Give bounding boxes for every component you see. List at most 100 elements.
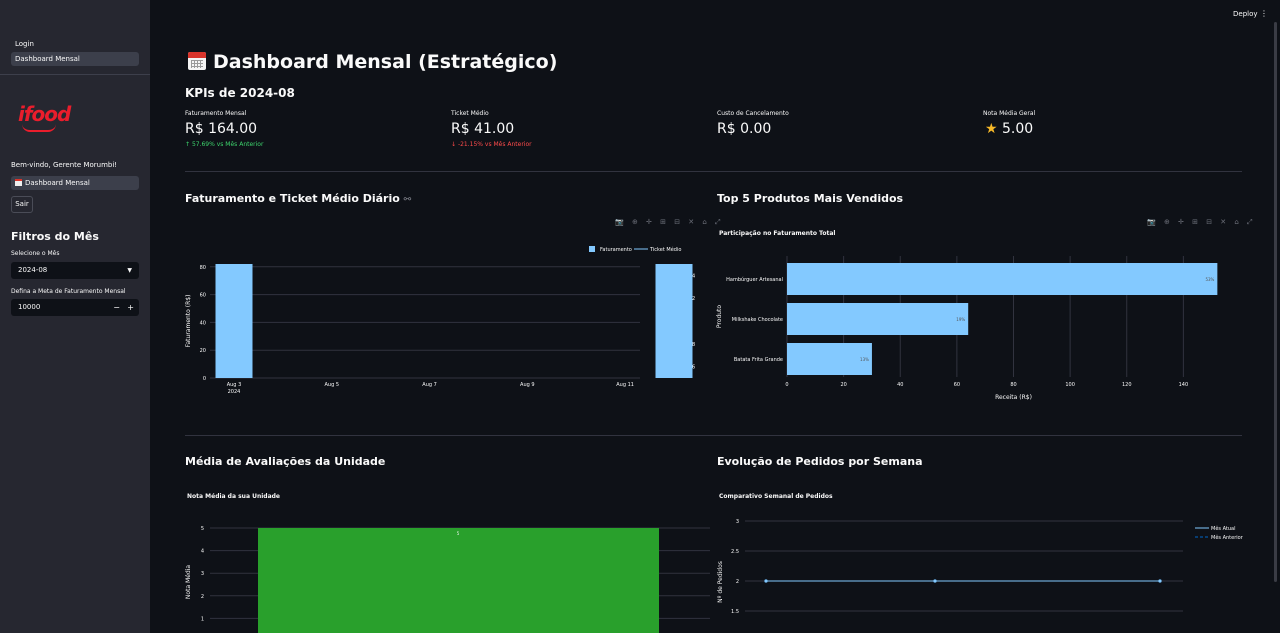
x-tick-label: Aug 11 bbox=[616, 382, 634, 388]
ratings-chart[interactable]: 5 4 3 2 1 5 Nota Média bbox=[180, 510, 710, 633]
ratings-chart-title: Média de Avaliações da Unidade bbox=[185, 455, 386, 468]
filters-heading: Filtros do Mês bbox=[11, 230, 99, 243]
link-icon[interactable]: ⚯ bbox=[404, 195, 412, 205]
bar-value-label: 53% bbox=[1205, 277, 1214, 282]
y-tick-label: 2.5 bbox=[731, 549, 739, 555]
weekly-orders-chart[interactable]: 3 2.5 2 1.5 Nº de Pedidos Mês Atual Mês Anteri… bbox=[705, 510, 1245, 633]
product-label: Milkshake Chocolate bbox=[732, 317, 783, 323]
x-tick-label: 40 bbox=[897, 382, 903, 388]
star-icon: ★ bbox=[985, 121, 998, 137]
y-tick-label: 40 bbox=[200, 320, 206, 326]
top-products-chart[interactable]: 0 20 40 60 80 100 120 140 Hambúrguer Artesanal 53… bbox=[700, 250, 1240, 405]
y-axis-label: Nº de Pedidos bbox=[717, 561, 724, 603]
product-label: Hambúrguer Artesanal bbox=[726, 276, 783, 283]
rating-bar bbox=[258, 528, 659, 633]
legend-label-current: Mês Atual bbox=[1211, 525, 1236, 532]
calendar-icon bbox=[188, 52, 206, 70]
nav-link-login[interactable]: Login bbox=[11, 37, 139, 51]
calendar-icon bbox=[15, 179, 22, 186]
page-link-label: Dashboard Mensal bbox=[25, 179, 90, 187]
logout-button[interactable]: Sair bbox=[11, 196, 33, 213]
x-tick-label: 100 bbox=[1065, 382, 1075, 388]
logo-smile bbox=[22, 124, 56, 132]
y-tick-label: 1 bbox=[201, 616, 204, 622]
target-value: 10000 bbox=[18, 303, 41, 311]
chart-toolbar[interactable]: 📷 ⊕ ✛ ⊞ ⊟ ✕ ⌂ ⤢ bbox=[615, 218, 724, 227]
product-bar bbox=[787, 263, 1218, 295]
bar-value-label: 13% bbox=[860, 357, 869, 362]
ratings-plot-title: Nota Média da sua Unidade bbox=[187, 493, 280, 500]
kpi-value-revenue: R$ 164.00 bbox=[185, 121, 258, 137]
x-tick-year: 2024 bbox=[228, 389, 241, 395]
sidebar-divider bbox=[0, 74, 150, 75]
chart-toolbar[interactable]: 📷 ⊕ ✛ ⊞ ⊟ ✕ ⌂ ⤢ bbox=[1147, 218, 1256, 227]
month-select[interactable]: 2024-08 ▼ bbox=[11, 262, 139, 279]
weekly-plot-title: Comparativo Semanal de Pedidos bbox=[719, 493, 833, 500]
y-tick-label: 2 bbox=[736, 579, 739, 585]
kpi-value-ticket: R$ 41.00 bbox=[451, 121, 515, 137]
deploy-button[interactable]: Deploy bbox=[1233, 10, 1258, 18]
kpi-label-revenue: Faturamento Mensal bbox=[185, 110, 247, 117]
target-input-label: Defina a Meta de Faturamento Mensal bbox=[11, 288, 126, 295]
y-tick-label: 60 bbox=[200, 293, 206, 299]
page-title: Dashboard Mensal (Estratégico) bbox=[213, 51, 558, 73]
legend-label-previous: Mês Anterior bbox=[1211, 534, 1244, 541]
legend-swatch-revenue bbox=[589, 246, 595, 252]
x-tick-label: Aug 9 bbox=[520, 382, 535, 388]
kpi-label-rating: Nota Média Geral bbox=[983, 110, 1036, 117]
welcome-text: Bem-vindo, Gerente Morumbi! bbox=[11, 161, 118, 169]
x-tick-label: 80 bbox=[1010, 382, 1016, 388]
kpi-label-cancellation: Custo de Cancelamento bbox=[717, 110, 789, 117]
y-tick-label: 5 bbox=[201, 526, 204, 532]
y-tick-label: 3 bbox=[201, 571, 204, 577]
daily-revenue-chart[interactable]: 02040608041.441.24140.840.6Faturamento (… bbox=[180, 240, 700, 400]
y-axis-label: Faturamento (R$) bbox=[185, 295, 192, 348]
ifood-logo: ifood bbox=[18, 102, 71, 126]
kpi-delta-revenue: ↑ 57.69% vs Mês Anterior bbox=[185, 141, 264, 148]
y-tick-label: 2 bbox=[201, 594, 204, 600]
nav-link-dashboard[interactable]: Dashboard Mensal bbox=[11, 52, 139, 66]
bar-value-label: 19% bbox=[956, 317, 965, 322]
y-tick-label: 20 bbox=[200, 348, 206, 354]
x-tick-label: Aug 7 bbox=[422, 382, 437, 388]
section-divider bbox=[185, 171, 1242, 172]
revenue-bar bbox=[655, 264, 693, 378]
series-point bbox=[933, 579, 937, 583]
arrow-up-icon: ↑ bbox=[185, 141, 192, 148]
kpi-delta-ticket: ↓ -21.15% vs Mês Anterior bbox=[451, 141, 532, 148]
y-tick-label: 3 bbox=[736, 519, 739, 525]
kpi-value-cancellation: R$ 0.00 bbox=[717, 121, 772, 137]
x-tick-label: 120 bbox=[1122, 382, 1132, 388]
x-tick-label: Aug 5 bbox=[325, 382, 340, 388]
increment-button[interactable]: + bbox=[127, 299, 134, 316]
sidebar: Login Dashboard Mensal ifood Bem-vindo, … bbox=[0, 0, 150, 633]
x-tick-label: 0 bbox=[785, 382, 788, 388]
kpi-heading: KPIs de 2024-08 bbox=[185, 86, 295, 100]
legend-label-revenue: Faturamento bbox=[600, 247, 632, 253]
month-select-label: Selecione o Mês bbox=[11, 250, 60, 257]
chevron-down-icon: ▼ bbox=[127, 267, 132, 274]
x-tick-label: Aug 3 bbox=[227, 382, 242, 388]
x-axis-label: Receita (R$) bbox=[995, 394, 1032, 401]
y-tick-label: 4 bbox=[201, 549, 204, 555]
y-tick-label: 80 bbox=[200, 265, 206, 271]
y-tick-label: 0 bbox=[203, 376, 206, 382]
y-axis-label: Nota Média bbox=[185, 565, 192, 599]
x-tick-label: 60 bbox=[954, 382, 960, 388]
main-menu-icon[interactable]: ⋮ bbox=[1260, 9, 1268, 18]
x-tick-label: 20 bbox=[840, 382, 846, 388]
product-bar bbox=[787, 303, 969, 335]
decrement-button[interactable]: − bbox=[113, 299, 120, 316]
page-link-dashboard[interactable]: Dashboard Mensal bbox=[11, 176, 139, 190]
month-select-value: 2024-08 bbox=[18, 266, 48, 274]
revenue-bar bbox=[215, 264, 253, 378]
weekly-chart-title: Evolução de Pedidos por Semana bbox=[717, 455, 923, 468]
scrollbar[interactable] bbox=[1274, 22, 1277, 582]
y-axis-label: Produto bbox=[716, 305, 723, 328]
target-number-input[interactable]: 10000 − + bbox=[11, 299, 139, 316]
daily-chart-title: Faturamento e Ticket Médio Diário ⚯ bbox=[185, 192, 412, 205]
y-tick-label: 1.5 bbox=[731, 609, 739, 615]
product-label: Batata Frita Grande bbox=[734, 357, 783, 363]
arrow-down-icon: ↓ bbox=[451, 141, 458, 148]
section-divider bbox=[185, 435, 1242, 436]
